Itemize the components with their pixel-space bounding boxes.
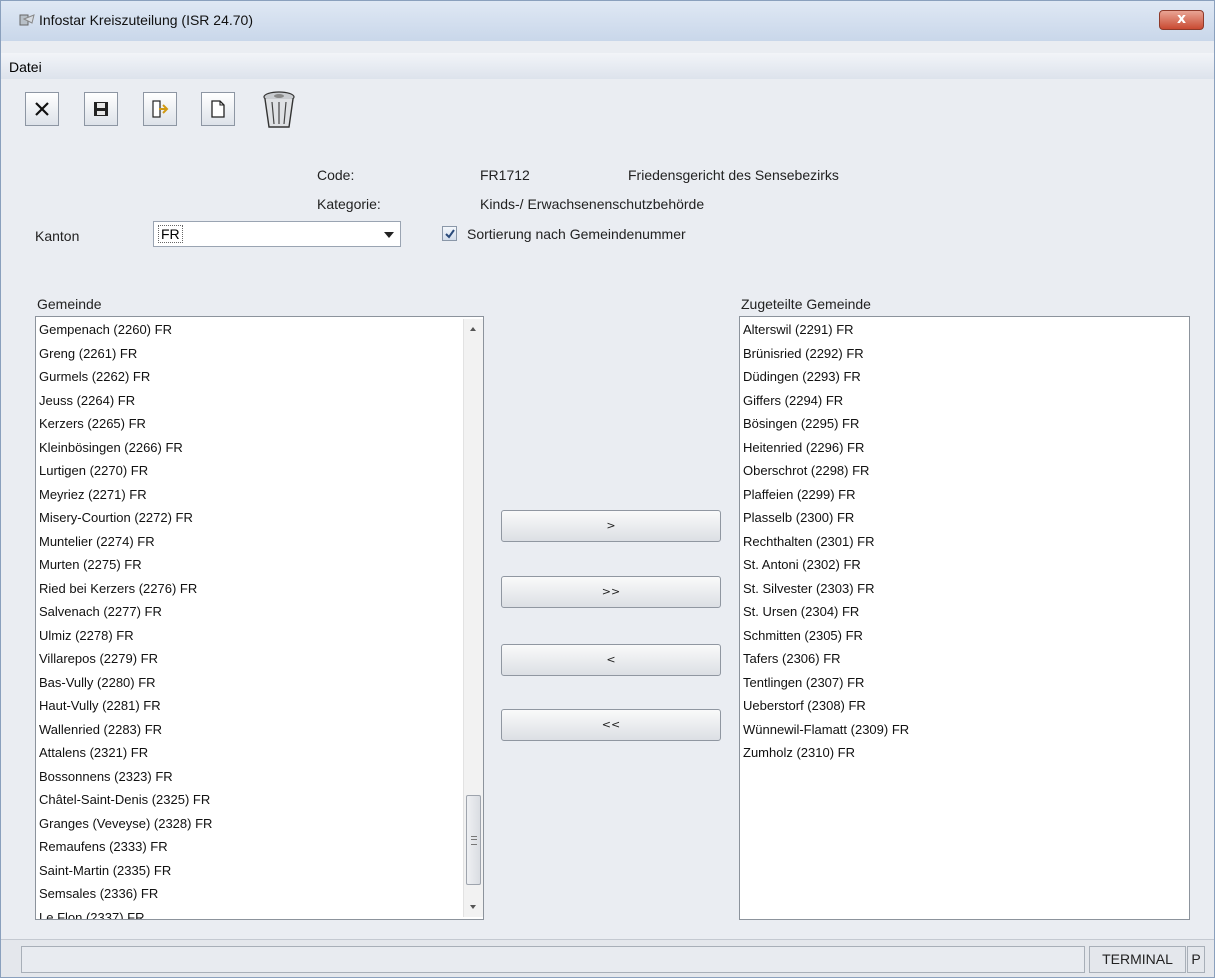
list-item[interactable]: Ueberstorf (2308) FR [742, 694, 909, 718]
list-item[interactable]: Haut-Vully (2281) FR [38, 694, 212, 718]
list-item[interactable]: Ried bei Kerzers (2276) FR [38, 577, 212, 601]
list-item[interactable]: Kerzers (2265) FR [38, 412, 212, 436]
list-item[interactable]: Le Flon (2337) FR [38, 906, 212, 920]
list-item[interactable]: Misery-Courtion (2272) FR [38, 506, 212, 530]
code-value: FR1712 [480, 167, 530, 183]
list-item[interactable]: St. Silvester (2303) FR [742, 577, 909, 601]
move-all-right-button[interactable]: >> [501, 576, 721, 608]
move-one-left-button[interactable]: < [501, 644, 721, 676]
list-item[interactable]: Jeuss (2264) FR [38, 389, 212, 413]
gemeinde-items: Gempenach (2260) FR Greng (2261) FR Gurmel… [38, 318, 212, 920]
sort-label[interactable]: Sortierung nach Gemeindenummer [467, 226, 686, 242]
list-item[interactable]: Schmitten (2305) FR [742, 624, 909, 648]
list-item[interactable]: Plaffeien (2299) FR [742, 483, 909, 507]
zugeteilte-list[interactable]: Alterswil (2291) FR Brünisried (2292) FR D… [739, 316, 1190, 920]
list-item[interactable]: St. Ursen (2304) FR [742, 600, 909, 624]
kategorie-value: Kinds-/ Erwachsenenschutzbehörde [480, 196, 705, 212]
list-item[interactable]: Saint-Martin (2335) FR [38, 859, 212, 883]
status-bar: TERMINAL P [1, 939, 1214, 977]
kategorie-label: Kategorie: [317, 196, 381, 212]
scroll-thumb[interactable] [466, 795, 481, 885]
list-item[interactable]: Wallenried (2283) FR [38, 718, 212, 742]
title-bar[interactable]: Infostar Kreiszuteilung (ISR 24.70) x [1, 1, 1214, 41]
list-item[interactable]: Bossonnens (2323) FR [38, 765, 212, 789]
list-item[interactable]: Tentlingen (2307) FR [742, 671, 909, 695]
code-label: Code: [317, 167, 355, 183]
list-item[interactable]: Villarepos (2279) FR [38, 647, 212, 671]
menu-datei[interactable]: Datei [9, 59, 42, 75]
status-terminal: TERMINAL [1089, 946, 1186, 973]
gemeinde-list-title: Gemeinde [37, 296, 102, 312]
chevron-down-icon[interactable] [384, 232, 394, 238]
main-content: Code: FR1712 Friedensgericht des Sensebe… [1, 79, 1214, 939]
list-item[interactable]: Granges (Veveyse) (2328) FR [38, 812, 212, 836]
list-item[interactable]: Oberschrot (2298) FR [742, 459, 909, 483]
list-item[interactable]: Greng (2261) FR [38, 342, 212, 366]
list-item[interactable]: Wünnewil-Flamatt (2309) FR [742, 718, 909, 742]
checkmark-icon [445, 229, 455, 239]
list-item[interactable]: Muntelier (2274) FR [38, 530, 212, 554]
zugeteilte-items: Alterswil (2291) FR Brünisried (2292) FR D… [742, 318, 909, 765]
app-icon [19, 13, 37, 29]
list-item[interactable]: Brünisried (2292) FR [742, 342, 909, 366]
window-close-button[interactable]: x [1159, 10, 1204, 30]
kanton-label: Kanton [35, 228, 80, 244]
list-item[interactable]: Bas-Vully (2280) FR [38, 671, 212, 695]
toolbar-new-button[interactable] [201, 92, 235, 126]
list-item[interactable]: Düdingen (2293) FR [742, 365, 909, 389]
scroll-up-icon[interactable] [470, 327, 476, 331]
scroll-down-icon[interactable] [470, 905, 476, 909]
list-item[interactable]: St. Antoni (2302) FR [742, 553, 909, 577]
list-item[interactable]: Murten (2275) FR [38, 553, 212, 577]
list-item[interactable]: Tafers (2306) FR [742, 647, 909, 671]
list-item[interactable]: Plasselb (2300) FR [742, 506, 909, 530]
list-item[interactable]: Lurtigen (2270) FR [38, 459, 212, 483]
sort-checkbox[interactable] [442, 226, 457, 241]
new-document-icon [210, 100, 226, 118]
list-item[interactable]: Rechthalten (2301) FR [742, 530, 909, 554]
code-description: Friedensgericht des Sensebezirks [628, 167, 839, 183]
app-window: Infostar Kreiszuteilung (ISR 24.70) x Da… [0, 0, 1215, 978]
list-item[interactable]: Salvenach (2277) FR [38, 600, 212, 624]
list-item[interactable]: Heitenried (2296) FR [742, 436, 909, 460]
save-disk-icon [93, 101, 109, 117]
menu-bar: Datei [1, 53, 1214, 79]
list-item[interactable]: Ulmiz (2278) FR [38, 624, 212, 648]
window-title: Infostar Kreiszuteilung (ISR 24.70) [39, 12, 253, 28]
gemeinde-list[interactable]: Gempenach (2260) FR Greng (2261) FR Gurmel… [35, 316, 484, 920]
list-item[interactable]: Semsales (2336) FR [38, 882, 212, 906]
status-mode: P [1187, 946, 1205, 973]
toolbar-exit-button[interactable] [143, 92, 177, 126]
list-item[interactable]: Châtel-Saint-Denis (2325) FR [38, 788, 212, 812]
toolbar-save-button[interactable] [84, 92, 118, 126]
list-item[interactable]: Attalens (2321) FR [38, 741, 212, 765]
move-one-right-button[interactable]: > [501, 510, 721, 542]
kanton-select[interactable]: FR [153, 221, 401, 247]
list-item[interactable]: Gurmels (2262) FR [38, 365, 212, 389]
list-item[interactable]: Alterswil (2291) FR [742, 318, 909, 342]
list-item[interactable]: Kleinbösingen (2266) FR [38, 436, 212, 460]
close-icon: x [1176, 11, 1187, 27]
list-item[interactable]: Bösingen (2295) FR [742, 412, 909, 436]
list-item[interactable]: Remaufens (2333) FR [38, 835, 212, 859]
close-x-icon [33, 100, 51, 118]
move-all-left-button[interactable]: << [501, 709, 721, 741]
trash-bin-icon [260, 90, 298, 130]
kanton-selected-value: FR [158, 225, 183, 243]
list-item[interactable]: Gempenach (2260) FR [38, 318, 212, 342]
toolbar-delete-button[interactable] [258, 89, 300, 131]
gemeinde-scrollbar[interactable] [463, 319, 483, 917]
list-item[interactable]: Zumholz (2310) FR [742, 741, 909, 765]
exit-door-icon [150, 99, 170, 119]
toolbar-close-button[interactable] [25, 92, 59, 126]
list-item[interactable]: Giffers (2294) FR [742, 389, 909, 413]
list-item[interactable]: Meyriez (2271) FR [38, 483, 212, 507]
status-message [21, 946, 1085, 973]
zugeteilte-list-title: Zugeteilte Gemeinde [741, 296, 871, 312]
grip-icon [471, 836, 477, 845]
